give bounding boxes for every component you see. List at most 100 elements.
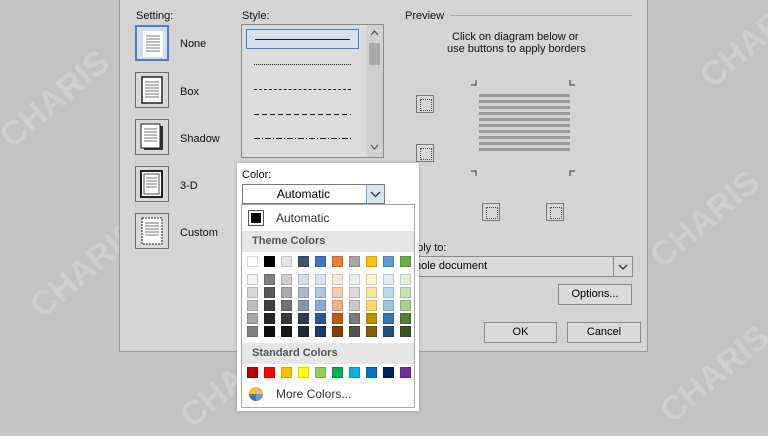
theme-shade-swatch[interactable] xyxy=(315,300,326,311)
theme-shade-swatch[interactable] xyxy=(264,313,275,324)
theme-shade-swatch[interactable] xyxy=(349,274,360,285)
theme-shade-swatch[interactable] xyxy=(366,274,377,285)
theme-shade-swatch[interactable] xyxy=(264,274,275,285)
theme-shade-swatch[interactable] xyxy=(315,287,326,298)
right-border-button[interactable] xyxy=(546,203,564,221)
theme-shade-swatch[interactable] xyxy=(247,300,258,311)
theme-shade-swatch[interactable] xyxy=(298,287,309,298)
bottom-border-button[interactable] xyxy=(416,144,434,162)
setting-3d-label[interactable]: 3-D xyxy=(180,180,198,192)
setting-shadow-button[interactable] xyxy=(135,119,169,155)
style-scrollbar[interactable] xyxy=(366,25,383,157)
theme-color-swatch[interactable] xyxy=(349,256,360,267)
theme-shade-swatch[interactable] xyxy=(332,287,343,298)
standard-color-swatch[interactable] xyxy=(332,367,343,378)
theme-shade-swatch[interactable] xyxy=(383,300,394,311)
theme-shade-swatch[interactable] xyxy=(247,326,258,337)
options-button[interactable]: Options... xyxy=(558,284,632,305)
theme-shade-swatch[interactable] xyxy=(383,274,394,285)
style-scroll-thumb[interactable] xyxy=(369,43,380,65)
theme-shade-swatch[interactable] xyxy=(366,287,377,298)
setting-custom-button[interactable] xyxy=(135,213,169,249)
theme-color-swatch[interactable] xyxy=(400,256,411,267)
theme-color-swatch[interactable] xyxy=(366,256,377,267)
theme-shade-swatch[interactable] xyxy=(366,326,377,337)
style-option-fine-dashed[interactable] xyxy=(246,80,359,100)
theme-shade-swatch[interactable] xyxy=(383,313,394,324)
standard-color-swatch[interactable] xyxy=(298,367,309,378)
standard-color-swatch[interactable] xyxy=(247,367,258,378)
standard-color-swatch[interactable] xyxy=(349,367,360,378)
theme-shade-swatch[interactable] xyxy=(264,287,275,298)
theme-color-swatch[interactable] xyxy=(264,256,275,267)
style-listbox[interactable] xyxy=(241,24,384,158)
theme-shade-swatch[interactable] xyxy=(315,326,326,337)
theme-shade-swatch[interactable] xyxy=(349,287,360,298)
setting-box-button[interactable] xyxy=(135,72,169,108)
theme-shade-swatch[interactable] xyxy=(349,313,360,324)
theme-color-swatch[interactable] xyxy=(383,256,394,267)
left-border-button[interactable] xyxy=(482,203,500,221)
theme-shade-swatch[interactable] xyxy=(366,300,377,311)
theme-shade-swatch[interactable] xyxy=(298,274,309,285)
setting-none-button[interactable] xyxy=(135,25,169,61)
theme-color-swatch[interactable] xyxy=(247,256,258,267)
theme-shade-swatch[interactable] xyxy=(281,300,292,311)
theme-shade-swatch[interactable] xyxy=(349,300,360,311)
theme-shade-swatch[interactable] xyxy=(383,287,394,298)
style-option-dotted[interactable] xyxy=(246,55,359,75)
theme-shade-swatch[interactable] xyxy=(281,274,292,285)
theme-shade-swatch[interactable] xyxy=(332,313,343,324)
standard-color-swatch[interactable] xyxy=(315,367,326,378)
automatic-option[interactable]: Automatic xyxy=(242,205,414,230)
theme-shade-swatch[interactable] xyxy=(332,274,343,285)
theme-shade-swatch[interactable] xyxy=(298,300,309,311)
standard-color-swatch[interactable] xyxy=(400,367,411,378)
style-option-dash-dot[interactable] xyxy=(246,129,359,149)
cancel-button[interactable]: Cancel xyxy=(567,322,641,343)
theme-shade-swatch[interactable] xyxy=(247,313,258,324)
style-option-dashed[interactable] xyxy=(246,105,359,125)
setting-none-label[interactable]: None xyxy=(180,38,206,50)
theme-shade-swatch[interactable] xyxy=(400,300,411,311)
theme-shade-swatch[interactable] xyxy=(349,326,360,337)
standard-color-swatch[interactable] xyxy=(281,367,292,378)
theme-shade-swatch[interactable] xyxy=(400,326,411,337)
apply-to-select[interactable]: hole document xyxy=(410,256,633,277)
theme-shade-swatch[interactable] xyxy=(332,300,343,311)
theme-shade-swatch[interactable] xyxy=(315,274,326,285)
theme-shade-swatch[interactable] xyxy=(315,313,326,324)
theme-shade-swatch[interactable] xyxy=(383,326,394,337)
theme-shade-swatch[interactable] xyxy=(298,313,309,324)
top-border-button[interactable] xyxy=(416,95,434,113)
standard-color-swatch[interactable] xyxy=(264,367,275,378)
theme-color-swatch[interactable] xyxy=(315,256,326,267)
theme-shade-swatch[interactable] xyxy=(264,300,275,311)
theme-shade-swatch[interactable] xyxy=(247,287,258,298)
preview-diagram[interactable] xyxy=(479,94,570,154)
theme-shade-swatch[interactable] xyxy=(332,326,343,337)
standard-color-swatch[interactable] xyxy=(366,367,377,378)
theme-color-swatch[interactable] xyxy=(332,256,343,267)
theme-shade-swatch[interactable] xyxy=(281,326,292,337)
setting-custom-label[interactable]: Custom xyxy=(180,227,218,239)
more-colors-option[interactable]: More Colors... xyxy=(242,383,414,405)
theme-color-swatch[interactable] xyxy=(281,256,292,267)
color-dropdown-arrow[interactable] xyxy=(366,185,384,203)
standard-color-swatch[interactable] xyxy=(383,367,394,378)
theme-shade-swatch[interactable] xyxy=(400,287,411,298)
theme-shade-swatch[interactable] xyxy=(298,326,309,337)
theme-color-swatch[interactable] xyxy=(298,256,309,267)
apply-to-dropdown-arrow[interactable] xyxy=(613,257,632,276)
color-select[interactable]: Automatic xyxy=(242,184,385,204)
theme-shade-swatch[interactable] xyxy=(400,274,411,285)
setting-shadow-label[interactable]: Shadow xyxy=(180,133,220,145)
theme-shade-swatch[interactable] xyxy=(247,274,258,285)
style-option-solid[interactable] xyxy=(246,29,359,49)
theme-shade-swatch[interactable] xyxy=(366,313,377,324)
theme-shade-swatch[interactable] xyxy=(400,313,411,324)
ok-button[interactable]: OK xyxy=(484,322,557,343)
theme-shade-swatch[interactable] xyxy=(281,287,292,298)
theme-shade-swatch[interactable] xyxy=(281,313,292,324)
setting-3d-button[interactable] xyxy=(135,166,169,202)
